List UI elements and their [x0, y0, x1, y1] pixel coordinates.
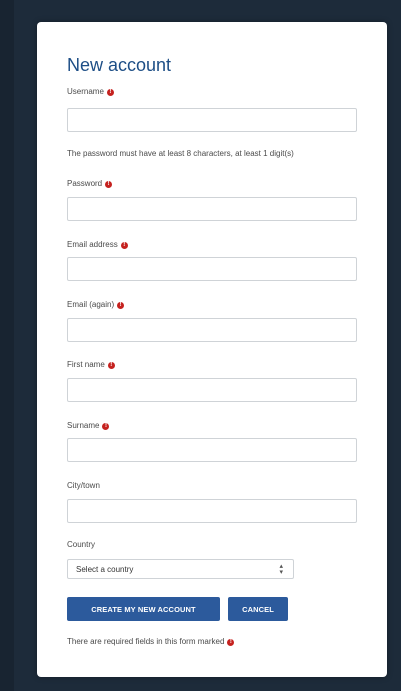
country-select[interactable]: Select a country ▴ ▾: [67, 559, 294, 579]
username-label: Username !: [67, 87, 114, 97]
email-input[interactable]: [67, 257, 357, 281]
up-down-chevron-icon: ▴ ▾: [279, 563, 283, 576]
required-icon: !: [120, 241, 128, 249]
email-label: Email address !: [67, 240, 128, 250]
required-icon: !: [117, 301, 125, 309]
country-label-text: Country: [67, 540, 96, 549]
first-name-label-text: First name: [67, 360, 105, 369]
required-icon: !: [107, 361, 115, 369]
cancel-button[interactable]: CANCEL: [228, 597, 288, 621]
required-fields-note-text: There are required fields in this form m…: [67, 637, 225, 646]
city-label: City/town: [67, 481, 100, 491]
surname-label-text: Surname: [67, 421, 100, 430]
username-label-text: Username: [67, 87, 104, 96]
password-label-text: Password: [67, 179, 103, 188]
first-name-label: First name !: [67, 360, 115, 370]
required-icon: !: [105, 180, 113, 188]
email-again-label: Email (again) !: [67, 300, 125, 310]
password-label: Password !: [67, 179, 113, 189]
city-label-text: City/town: [67, 481, 100, 490]
country-select-value: Select a country: [76, 565, 134, 574]
required-icon: !: [106, 88, 114, 96]
password-hint: The password must have at least 8 charac…: [67, 149, 294, 158]
email-label-text: Email address: [67, 240, 118, 249]
password-input[interactable]: [67, 197, 357, 221]
email-again-label-text: Email (again): [67, 300, 115, 309]
signup-card: New account Username ! The password must…: [37, 22, 387, 677]
city-input[interactable]: [67, 499, 357, 523]
required-fields-note: There are required fields in this form m…: [67, 637, 235, 647]
username-input[interactable]: [67, 108, 357, 132]
required-icon: !: [227, 638, 235, 646]
left-edge-stripe: [0, 0, 14, 691]
surname-label: Surname !: [67, 421, 110, 431]
email-again-input[interactable]: [67, 318, 357, 342]
create-account-button[interactable]: CREATE MY NEW ACCOUNT: [67, 597, 220, 621]
surname-input[interactable]: [67, 438, 357, 462]
page-title: New account: [67, 55, 172, 75]
first-name-input[interactable]: [67, 378, 357, 402]
required-icon: !: [102, 422, 110, 430]
country-label: Country: [67, 540, 95, 550]
